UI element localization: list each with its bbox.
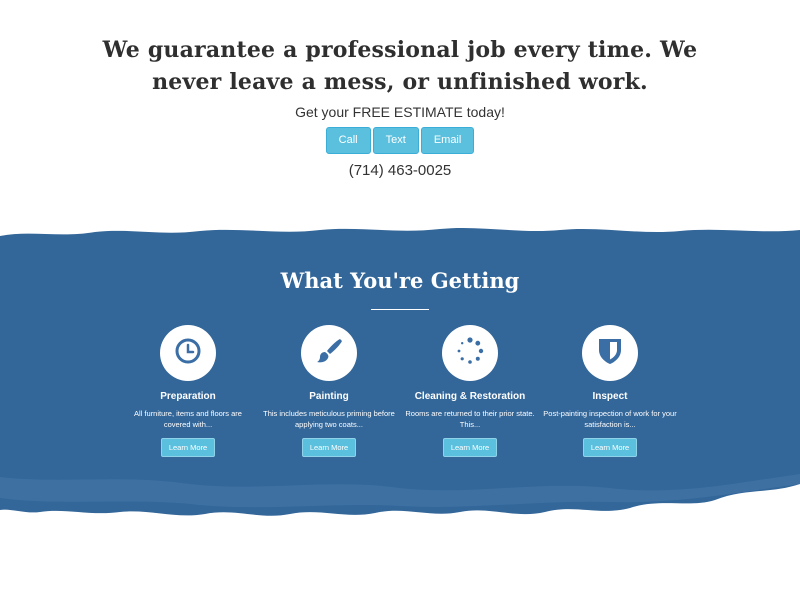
text-button[interactable]: Text <box>372 127 419 154</box>
clock-icon <box>174 337 202 370</box>
shield-icon <box>596 336 624 371</box>
contact-buttons: Call Text Email <box>0 127 800 154</box>
learn-more-button[interactable]: Learn More <box>301 438 357 457</box>
feature-icon-circle <box>442 325 498 381</box>
feature-title: Inspect <box>592 391 628 402</box>
feature-icon-circle <box>582 325 638 381</box>
feature-description: Post-painting inspection of work for you… <box>543 409 677 429</box>
paintbrush-icon <box>314 336 344 371</box>
feature-painting: Painting This includes meticulous primin… <box>259 325 399 457</box>
feature-inspect: Inspect Post-painting inspection of work… <box>540 325 680 457</box>
spinner-icon <box>455 336 485 371</box>
feature-icon-circle <box>301 325 357 381</box>
hero-headline: We guarantee a professional job every ti… <box>102 37 698 95</box>
phone-number[interactable]: (714) 463-0025 <box>0 162 800 179</box>
feature-description: All furniture, items and floors are cove… <box>134 409 242 429</box>
free-estimate-text: Get your FREE ESTIMATE today! <box>295 104 505 120</box>
call-button[interactable]: Call <box>325 127 371 154</box>
features-row: Preparation All furniture, items and flo… <box>118 325 682 465</box>
feature-title: Cleaning & Restoration <box>414 391 526 402</box>
learn-more-button[interactable]: Learn More <box>160 438 216 457</box>
email-button[interactable]: Email <box>420 127 475 154</box>
feature-preparation: Preparation All furniture, items and flo… <box>118 325 258 457</box>
feature-description: Rooms are returned to their prior state.… <box>405 409 535 429</box>
feature-description: This includes meticulous priming before … <box>263 409 395 429</box>
section-title: What You're Getting <box>280 268 520 293</box>
feature-title: Painting <box>309 391 349 402</box>
feature-cleaning-restoration: Cleaning & Restoration Rooms are returne… <box>400 325 540 457</box>
feature-icon-circle <box>160 325 216 381</box>
feature-title: Preparation <box>160 391 216 402</box>
hero-section: We guarantee a professional job every ti… <box>0 0 800 200</box>
learn-more-button[interactable]: Learn More <box>442 438 498 457</box>
learn-more-button[interactable]: Learn More <box>582 438 638 457</box>
title-divider <box>371 309 429 310</box>
